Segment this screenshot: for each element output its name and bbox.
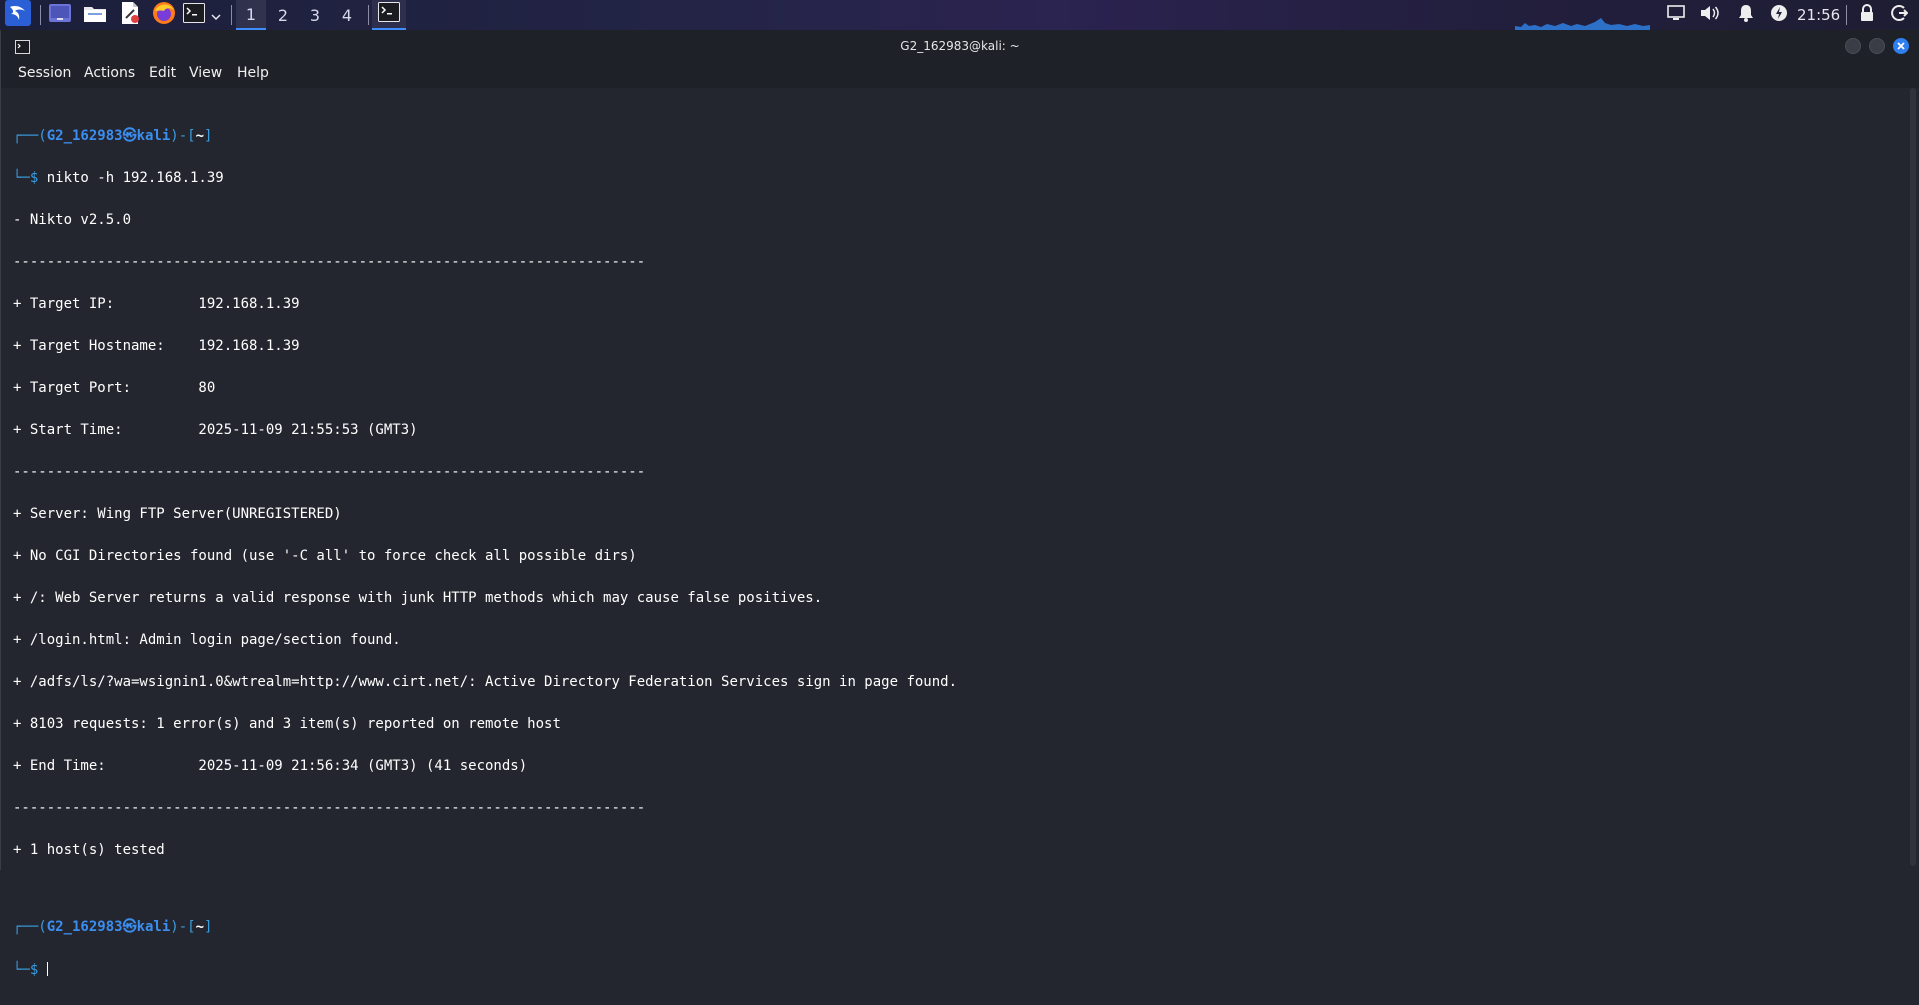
close-button[interactable]	[1893, 38, 1909, 54]
power-manager-button[interactable]	[1767, 0, 1791, 30]
output-line: + Server: Wing FTP Server(UNREGISTERED)	[13, 506, 342, 522]
prompt-frame: ]	[204, 919, 213, 935]
prompt-frame: )-[	[170, 128, 196, 144]
logout-button[interactable]	[1886, 0, 1912, 30]
panel-separator	[368, 5, 369, 25]
output-line: + End Time: 2025-11-09 21:56:34 (GMT3) (…	[13, 758, 528, 774]
kali-menu-button[interactable]	[2, 0, 34, 30]
blank-gap	[13, 885, 1899, 892]
terminal-launcher-button[interactable]	[182, 0, 206, 30]
prompt-directory: ~	[195, 128, 205, 144]
text-editor-button[interactable]	[117, 0, 143, 30]
launcher-dropdown-button[interactable]	[208, 0, 224, 30]
prompt-lead: └─$	[13, 170, 47, 186]
display-icon	[1667, 5, 1685, 25]
output-line: + /adfs/ls/?wa=wsignin1.0&wtrealm=http:/…	[13, 674, 958, 690]
menu-bar: Session Actions Edit View Help	[1, 62, 1919, 88]
firefox-button[interactable]	[150, 0, 178, 30]
menu-edit[interactable]: Edit	[149, 65, 176, 81]
output-line: + Target IP: 192.168.1.39	[13, 296, 300, 312]
prompt-directory: ~	[195, 919, 205, 935]
logout-icon	[1890, 4, 1909, 26]
workspace-3[interactable]: 3	[300, 0, 330, 30]
command-line: └─$ nikto -h 192.168.1.39	[13, 171, 1899, 185]
prompt-frame: ┌──(	[13, 919, 47, 935]
desktop-icon	[49, 4, 71, 26]
bell-icon	[1738, 4, 1754, 26]
kali-menu-icon	[5, 0, 31, 30]
menu-help[interactable]: Help	[237, 65, 269, 81]
window-title: G2_162983@kali: ~	[900, 39, 1020, 53]
output-line: ----------------------------------------…	[13, 800, 646, 816]
text-editor-icon	[120, 2, 140, 28]
output-line: ----------------------------------------…	[13, 464, 646, 480]
menu-session[interactable]: Session	[18, 65, 71, 81]
maximize-button[interactable]	[1869, 38, 1885, 54]
panel-separator	[231, 5, 232, 25]
file-manager-icon	[84, 4, 106, 26]
volume-icon	[1700, 5, 1720, 25]
taskbar-terminal-window[interactable]	[372, 0, 406, 30]
cpu-graph[interactable]	[1515, 14, 1650, 30]
title-bar[interactable]: G2_162983@kali: ~	[1, 30, 1919, 62]
menu-actions[interactable]: Actions	[84, 65, 135, 81]
prompt-user-host: G2_162983㉿kali	[46, 919, 171, 935]
lock-icon	[1860, 4, 1874, 26]
output-line: + Start Time: 2025-11-09 21:55:53 (GMT3)	[13, 422, 418, 438]
prompt-frame: ┌──(	[13, 128, 47, 144]
clock[interactable]: 21:56	[1797, 0, 1840, 30]
firefox-icon	[152, 1, 176, 29]
prompt-lead: └─$	[13, 962, 47, 978]
minimize-button[interactable]	[1845, 38, 1861, 54]
top-panel: 1 2 3 4 21:56	[0, 0, 1919, 30]
terminal-window: G2_162983@kali: ~ Session Actions Edit V…	[0, 30, 1919, 977]
workspace-2[interactable]: 2	[268, 0, 298, 30]
output-line: + No CGI Directories found (use '-C all'…	[13, 548, 637, 564]
workspace-1[interactable]: 1	[236, 0, 266, 30]
chevron-down-icon	[211, 6, 221, 25]
lock-screen-button[interactable]	[1855, 0, 1879, 30]
output-line: + 8103 requests: 1 error(s) and 3 item(s…	[13, 716, 561, 732]
prompt-frame: )-[	[170, 919, 196, 935]
prompt-header: ┌──(G2_162983㉿kali)-[~]	[13, 920, 1899, 934]
output-line: + /login.html: Admin login page/section …	[13, 632, 401, 648]
terminal-task-icon	[378, 2, 400, 26]
scrollbar[interactable]	[1910, 88, 1916, 866]
text-cursor	[46, 962, 48, 976]
output-line: + Target Hostname: 192.168.1.39	[13, 338, 300, 354]
notifications-button[interactable]	[1734, 0, 1758, 30]
display-button[interactable]	[1664, 0, 1688, 30]
output-line: + /: Web Server returns a valid response…	[13, 590, 823, 606]
prompt-frame: ]	[204, 128, 213, 144]
output-line: ----------------------------------------…	[13, 254, 646, 270]
volume-button[interactable]	[1698, 0, 1722, 30]
close-icon	[1893, 38, 1909, 58]
workspace-4[interactable]: 4	[332, 0, 362, 30]
output-line: + 1 host(s) tested	[13, 842, 165, 858]
panel-separator	[40, 5, 41, 25]
file-manager-button[interactable]	[81, 0, 109, 30]
menu-view[interactable]: View	[189, 65, 222, 81]
show-desktop-button[interactable]	[47, 0, 73, 30]
output-line: + Target Port: 80	[13, 380, 216, 396]
prompt-user-host: G2_162983㉿kali	[46, 128, 171, 144]
terminal-output[interactable]: ┌──(G2_162983㉿kali)-[~] └─$ nikto -h 192…	[13, 101, 1899, 1004]
power-manager-icon	[1770, 4, 1788, 26]
output-line: - Nikto v2.5.0	[13, 212, 132, 228]
panel-separator	[1846, 5, 1847, 25]
command-text: nikto -h 192.168.1.39	[46, 170, 224, 186]
input-line[interactable]: └─$	[13, 962, 1899, 978]
prompt-header: ┌──(G2_162983㉿kali)-[~]	[13, 129, 1899, 143]
terminal-icon	[183, 3, 205, 27]
